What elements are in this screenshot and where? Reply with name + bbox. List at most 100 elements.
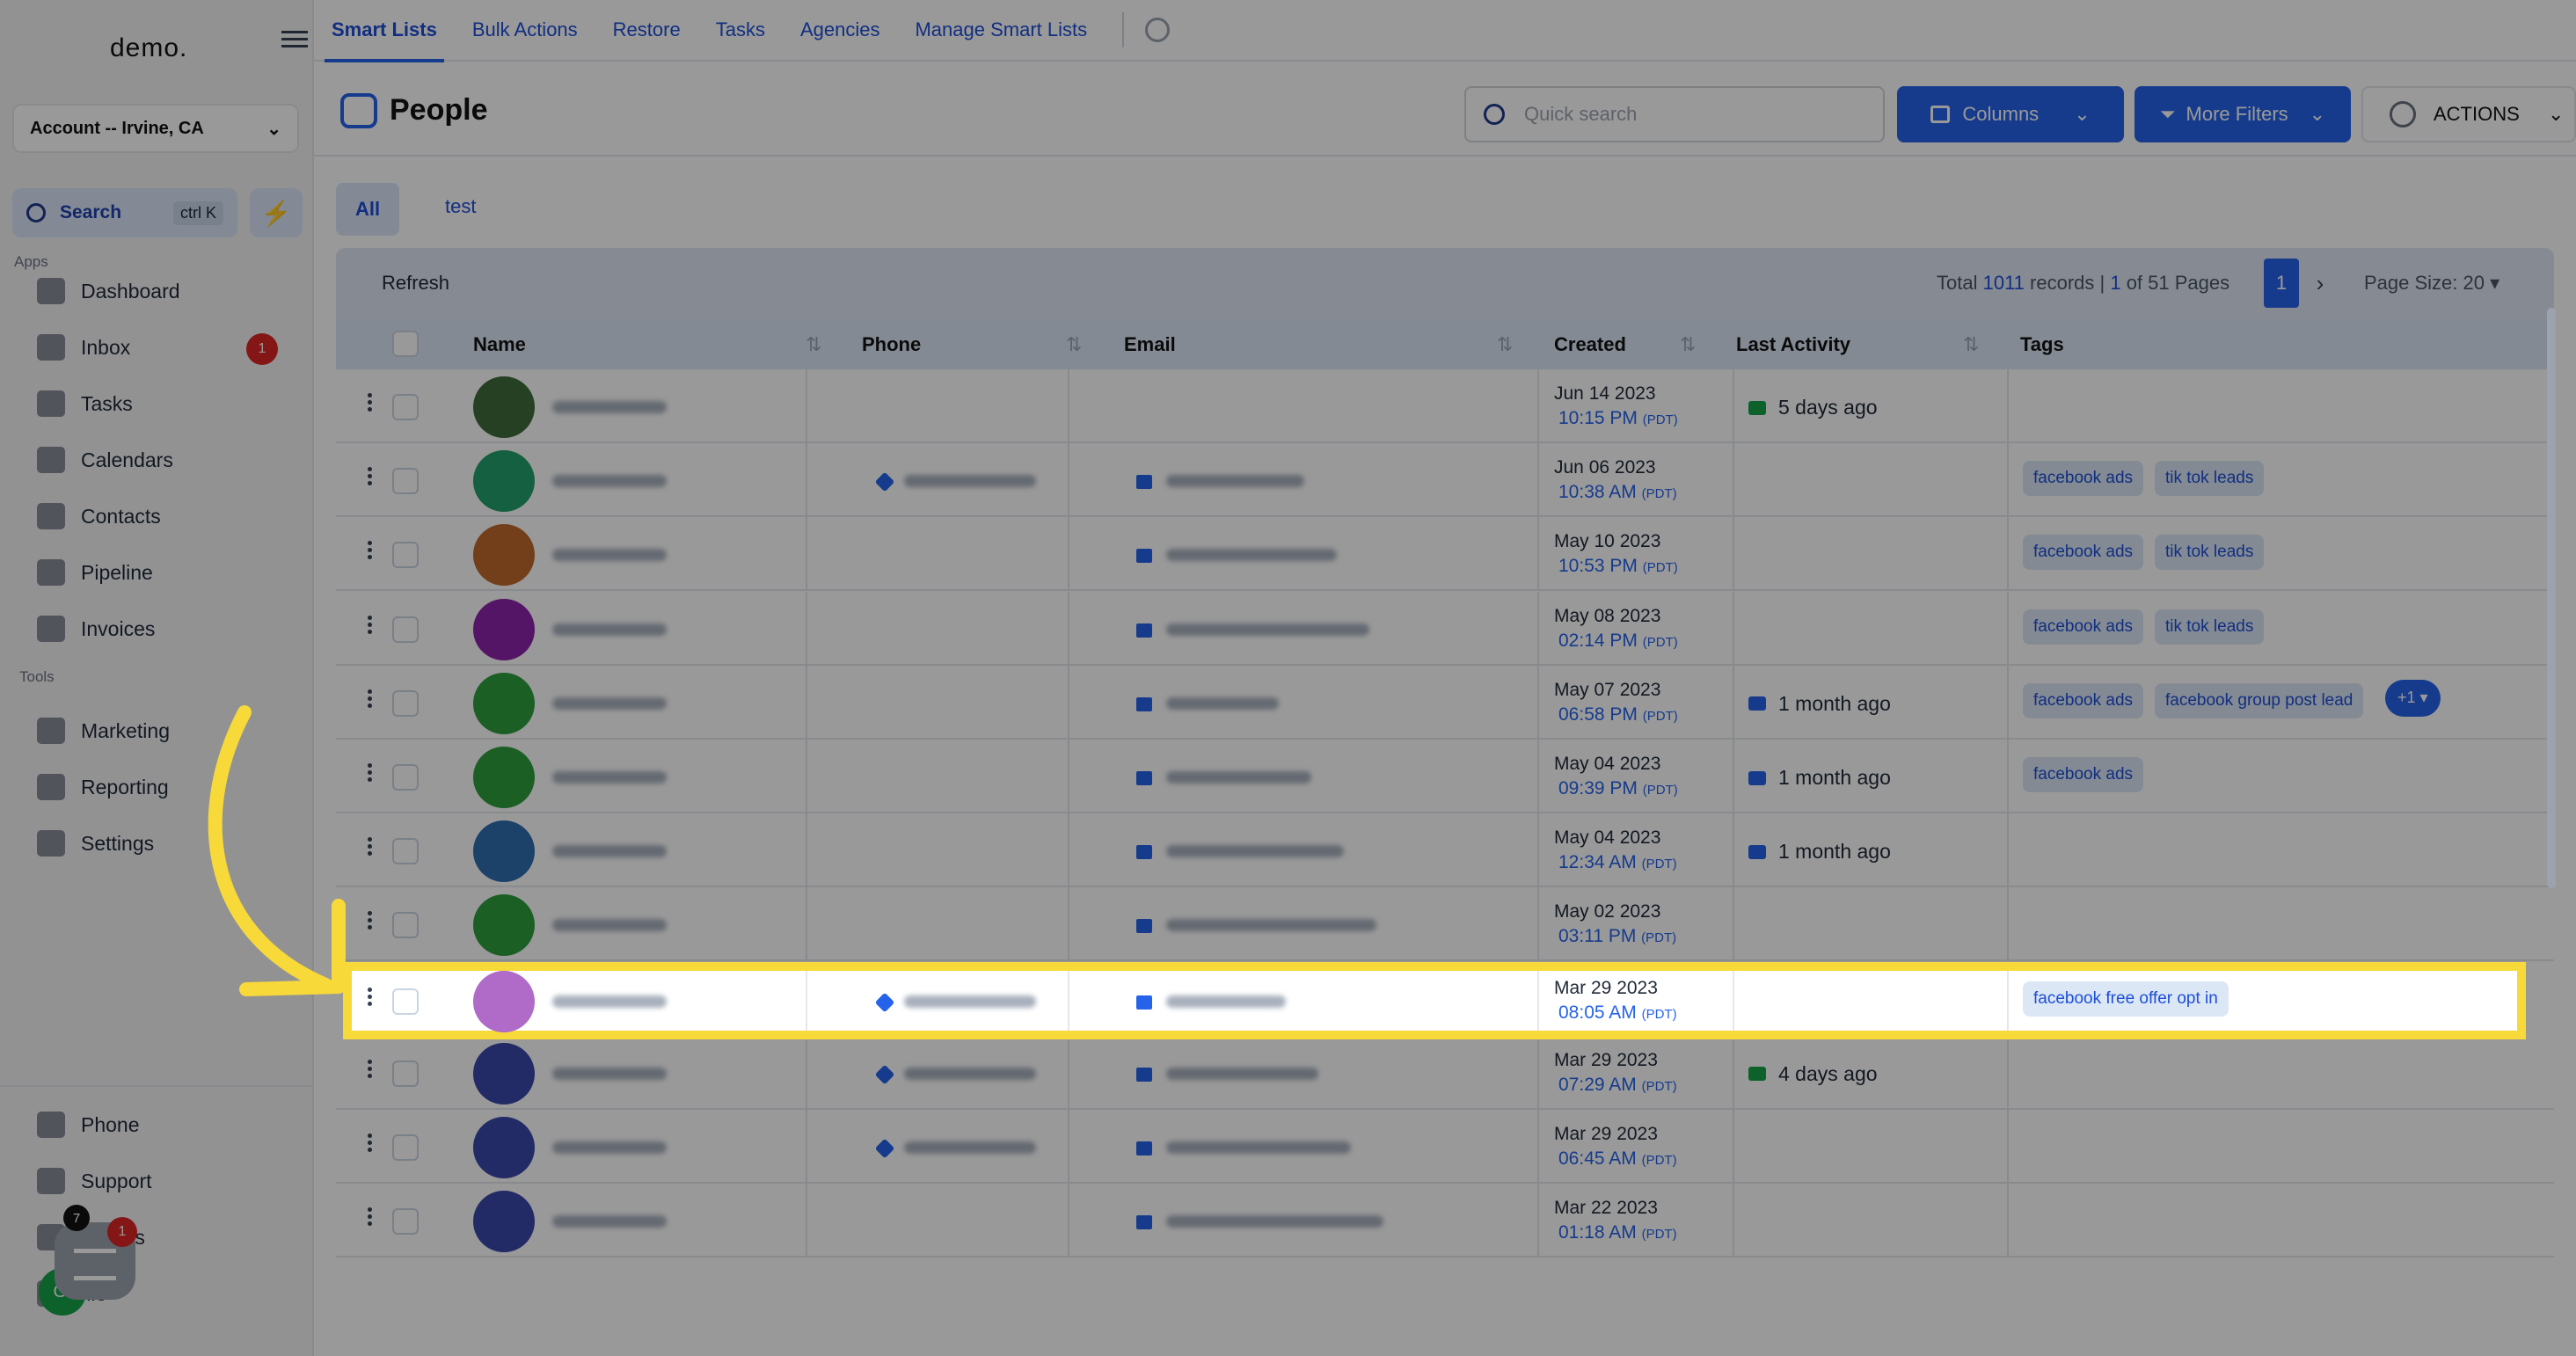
tag-chip[interactable]: tik tok leads [2155,461,2265,497]
column-header-email[interactable]: Email [1124,333,1176,356]
sidebar-item-dashboard[interactable]: Dashboard [37,278,180,304]
actions-button[interactable]: ACTIONS ⌄ [2361,86,2576,142]
more-filters-button[interactable]: ⏷ More Filters ⌄ [2135,86,2351,142]
sidebar-item-settings[interactable]: Settings [37,830,154,857]
table-row[interactable]: May 02 2023 03:11 PM (PDT) [336,887,2554,962]
sort-icon[interactable]: ⇅ [1497,333,1513,356]
tag-chip[interactable]: tik tok leads [2155,609,2265,645]
table-scrollbar[interactable] [2547,308,2556,888]
sidebar-item-tasks[interactable]: Tasks [37,390,133,417]
table-row[interactable]: Mar 22 2023 01:18 AM (PDT) [336,1184,2554,1258]
chevron-right-icon[interactable]: › [2302,259,2338,308]
row-menu-icon[interactable] [368,390,373,422]
table-row[interactable]: May 08 2023 02:14 PM (PDT) facebook ads tik… [336,591,2554,666]
activity-text: 4 days ago [1778,1061,1878,1085]
row-checkbox[interactable] [392,394,419,420]
column-divider [1537,517,1539,590]
row-checkbox[interactable] [392,616,419,643]
table-row[interactable]: Mar 29 2023 06:45 AM (PDT) [336,1110,2554,1184]
tab-bulk-actions[interactable]: Bulk Actions [472,18,578,41]
sort-icon[interactable]: ⇅ [1963,333,1979,356]
table-row[interactable]: Mar 29 2023 07:29 AM (PDT) 4 days ago [336,1035,2554,1110]
tools-section-label: Tools [19,668,55,685]
tab-manage-smart-lists[interactable]: Manage Smart Lists [915,18,1087,41]
table-row[interactable]: Mar 29 2023 08:05 AM (PDT) facebook free o… [352,970,2517,1032]
pipeline-icon [37,559,65,586]
sidebar-item-inbox[interactable]: Inbox [37,334,130,361]
sidebar-item-calendars[interactable]: Calendars [37,447,173,473]
sidebar-item-support[interactable]: Support [37,1168,152,1194]
tab-all[interactable]: All [336,183,399,236]
sort-icon[interactable]: ⇅ [1680,333,1696,356]
refresh-button[interactable]: Refresh [382,272,449,295]
tag-chip[interactable]: facebook ads [2023,609,2144,645]
email-blurred [1166,475,1304,488]
tab-agencies[interactable]: Agencies [800,18,880,41]
column-header-name[interactable]: Name [473,333,526,356]
collapse-menu-icon[interactable] [281,26,308,53]
row-checkbox[interactable] [392,689,419,717]
tag-chip[interactable]: facebook ads [2023,757,2144,792]
row-checkbox[interactable] [392,838,419,865]
row-menu-icon[interactable] [368,538,373,570]
sort-icon[interactable]: ⇅ [1066,333,1082,356]
column-header-tags[interactable]: Tags [2020,333,2064,356]
tag-chip[interactable]: facebook ads [2023,535,2144,571]
row-menu-icon[interactable] [368,985,373,1017]
settings-gear-icon[interactable] [1145,18,1171,42]
row-checkbox[interactable] [392,764,419,791]
tag-chip[interactable]: facebook ads [2023,682,2144,718]
row-menu-icon[interactable] [368,1205,373,1236]
tag-chip[interactable]: facebook free offer opt in [2023,981,2229,1017]
email-icon [1136,1141,1152,1156]
lightning-icon[interactable]: ⚡ [250,188,303,237]
row-menu-icon[interactable] [368,1131,373,1163]
sidebar-item-contacts[interactable]: Contacts [37,503,161,529]
last-activity: 5 days ago [1748,396,1878,419]
row-menu-icon[interactable] [368,464,373,496]
tutorial-arrow-icon [208,705,346,996]
tab-restore[interactable]: Restore [613,18,681,41]
row-checkbox[interactable] [392,912,419,939]
table-row[interactable]: Jun 06 2023 10:38 AM (PDT) facebook ads tik… [336,443,2554,518]
table-row[interactable]: Jun 14 2023 10:15 PM (PDT) 5 days ago [336,369,2554,443]
quick-search-input[interactable]: Quick search [1464,86,1885,142]
page-1-button[interactable]: 1 [2264,259,2299,308]
column-divider [806,517,807,590]
column-divider [1733,1035,1734,1108]
columns-button[interactable]: Columns ⌄ [1897,86,2124,142]
account-switcher[interactable]: Account -- Irvine, CA ⌄ [12,104,299,153]
row-checkbox[interactable] [392,542,419,569]
sidebar-item-marketing[interactable]: Marketing [37,718,170,744]
select-all-checkbox[interactable] [392,331,419,357]
sidebar-search[interactable]: Search ctrl K [12,188,237,237]
sidebar-item-reporting[interactable]: Reporting [37,774,169,800]
sort-icon[interactable]: ⇅ [806,333,821,356]
tag-chip[interactable]: facebook ads [2023,461,2144,497]
tab-smart-lists[interactable]: Smart Lists [325,18,444,62]
row-checkbox[interactable] [392,988,419,1015]
more-tags-button[interactable]: +1 ▾ [2385,679,2441,717]
row-checkbox[interactable] [392,1134,419,1161]
sidebar-item-phone[interactable]: Phone [37,1112,140,1138]
sidebar-item-invoices[interactable]: Invoices [37,616,155,642]
row-menu-icon[interactable] [368,613,373,645]
row-menu-icon[interactable] [368,1057,373,1089]
column-header-last-activity[interactable]: Last Activity [1736,333,1850,356]
row-checkbox[interactable] [392,1060,419,1087]
row-checkbox[interactable] [392,468,419,495]
table-row[interactable]: May 10 2023 10:53 PM (PDT) facebook ads tik… [336,517,2554,592]
created-time: 06:58 PM (PDT) [1558,704,1678,725]
tab-tasks[interactable]: Tasks [716,18,765,41]
table-row[interactable]: May 04 2023 12:34 AM (PDT) 1 month ago [336,813,2554,888]
column-header-phone[interactable]: Phone [862,333,921,356]
row-checkbox[interactable] [392,1208,419,1236]
tag-chip[interactable]: tik tok leads [2155,535,2265,571]
tag-chip[interactable]: facebook group post lead [2155,682,2364,718]
column-header-created[interactable]: Created [1554,333,1626,356]
sidebar-item-pipeline[interactable]: Pipeline [37,559,153,586]
table-row[interactable]: May 07 2023 06:58 PM (PDT) 1 month ago face… [336,665,2554,740]
page-size-select[interactable]: Page Size: 20 ▾ [2364,272,2499,295]
table-row[interactable]: May 04 2023 09:39 PM (PDT) 1 month ago face… [336,740,2554,813]
tab-test[interactable]: test [445,195,476,218]
